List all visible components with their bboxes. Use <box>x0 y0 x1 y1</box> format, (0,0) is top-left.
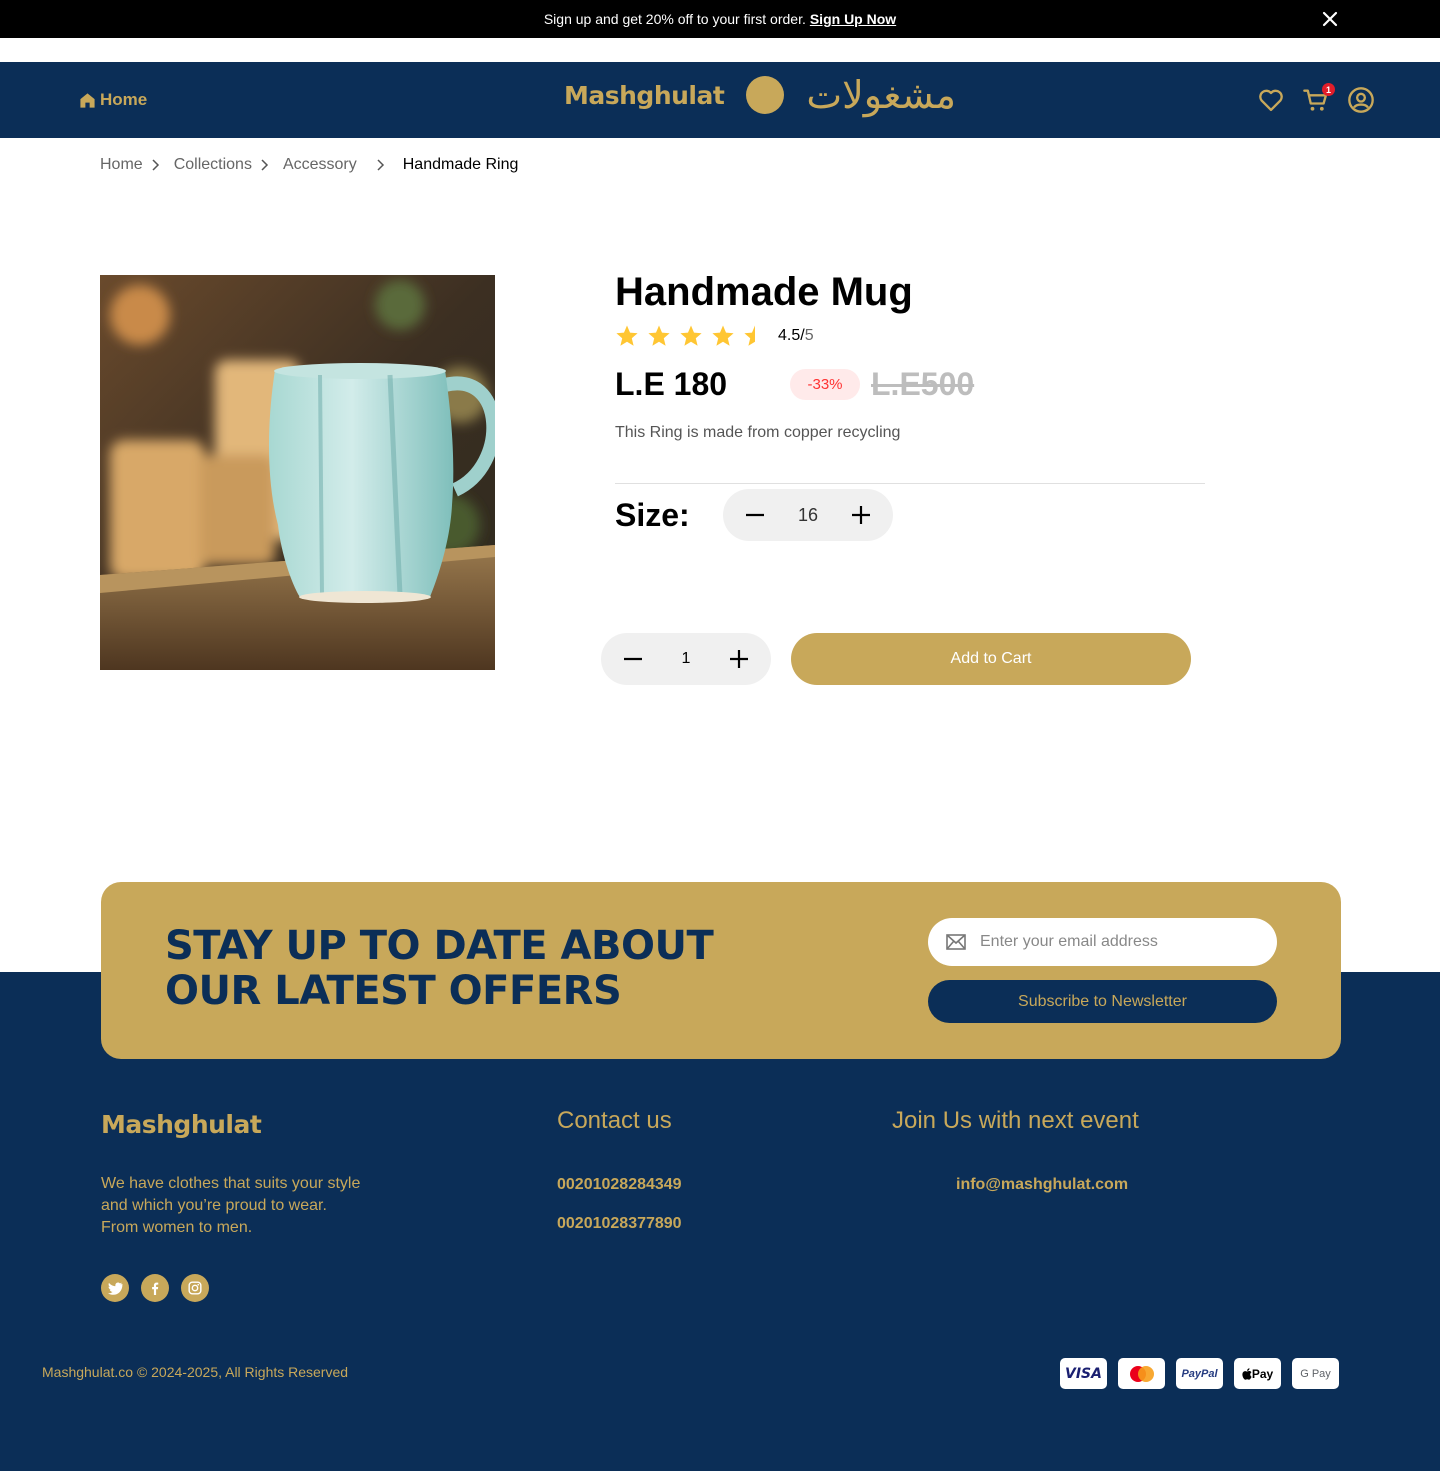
copyright-text: Mashghulat.co © 2024-2025, All Rights Re… <box>42 1364 349 1380</box>
quantity-increase-button[interactable] <box>727 647 751 671</box>
mastercard-icon <box>1129 1365 1154 1382</box>
cart-button[interactable]: 1 <box>1302 83 1335 114</box>
breadcrumb-home[interactable]: Home <box>100 156 143 174</box>
close-icon[interactable] <box>1320 9 1340 29</box>
brand-logo[interactable]: Mashghulat مشغولات <box>564 76 956 114</box>
home-icon <box>80 92 95 108</box>
product-rating: 4.5/5 <box>615 324 814 348</box>
wishlist-button[interactable] <box>1257 86 1285 114</box>
promo-bar: Sign up and get 20% off to your first or… <box>0 0 1440 38</box>
mastercard-badge <box>1118 1358 1165 1389</box>
star-icon <box>648 325 670 346</box>
instagram-icon <box>188 1281 202 1295</box>
newsletter-title-line1: STAY UP TO DATE ABOUT <box>165 923 714 969</box>
breadcrumb-collections[interactable]: Collections <box>174 156 252 174</box>
product-image <box>100 275 495 670</box>
product-title: Handmade Mug <box>615 270 913 314</box>
twitter-link[interactable] <box>101 1274 129 1302</box>
chevron-right-icon <box>152 159 159 171</box>
size-label: Size: <box>615 497 690 533</box>
size-increase-button[interactable] <box>849 503 873 527</box>
plus-icon <box>852 506 870 524</box>
star-half-icon <box>744 325 755 346</box>
plus-icon <box>730 650 748 668</box>
newsletter-title: STAY UP TO DATE ABOUT OUR LATEST OFFERS <box>165 924 765 1014</box>
email-link[interactable]: info@mashghulat.com <box>956 1176 1128 1194</box>
header-actions: 1 <box>1257 83 1375 114</box>
instagram-link[interactable] <box>181 1274 209 1302</box>
event-heading: Join Us with next event <box>892 1107 1139 1134</box>
apple-pay-badge: Pay <box>1234 1358 1281 1389</box>
email-field-wrapper <box>928 918 1277 966</box>
apple-icon <box>1242 1367 1252 1380</box>
payment-methods: VISA PayPal Pay G Pay <box>1060 1358 1339 1389</box>
home-label: Home <box>100 90 148 109</box>
rating-text: 4.5/5 <box>778 327 814 345</box>
home-nav-link[interactable]: Home <box>79 90 147 110</box>
footer-logo[interactable]: Mashghulat <box>101 1110 262 1139</box>
breadcrumb-accessory[interactable]: Accessory <box>283 156 357 174</box>
size-decrease-button[interactable] <box>743 503 767 527</box>
star-icon <box>616 325 638 346</box>
newsletter-title-line2: OUR LATEST OFFERS <box>165 968 622 1014</box>
discount-badge: -33% <box>790 369 860 400</box>
logo-dot <box>746 76 785 114</box>
twitter-icon <box>107 1282 122 1295</box>
site-header: Home Mashghulat مشغولات 1 <box>0 62 1440 138</box>
apple-pay-label: Pay <box>1251 1366 1274 1381</box>
user-circle-icon <box>1348 87 1374 113</box>
cart-count-badge: 1 <box>1322 83 1335 96</box>
sign-up-link[interactable]: Sign Up Now <box>810 11 896 27</box>
paypal-badge: PayPal <box>1176 1358 1223 1389</box>
promo-text: Sign up and get 20% off to your first or… <box>543 11 806 27</box>
logo-arabic-text: مشغولات <box>806 73 956 117</box>
phone-link-2[interactable]: 00201028377890 <box>557 1215 682 1233</box>
size-value: 16 <box>797 504 819 525</box>
minus-icon <box>746 513 764 517</box>
facebook-link[interactable] <box>141 1274 169 1302</box>
chevron-right-icon <box>261 159 269 171</box>
quantity-value: 1 <box>681 650 691 667</box>
quantity-decrease-button[interactable] <box>621 647 645 671</box>
email-input[interactable] <box>980 933 1260 951</box>
phone-link-1[interactable]: 00201028284349 <box>557 1176 682 1194</box>
star-icon <box>680 325 702 346</box>
original-price: L.E500 <box>871 366 975 402</box>
product-price: L.E 180 <box>615 366 728 402</box>
footer-about-text: We have clothes that suits your style an… <box>101 1175 361 1236</box>
star-icon <box>712 325 734 346</box>
account-button[interactable] <box>1347 86 1375 114</box>
size-stepper: 16 <box>723 489 893 541</box>
newsletter-box: STAY UP TO DATE ABOUT OUR LATEST OFFERS … <box>101 882 1341 1059</box>
contact-heading: Contact us <box>557 1107 672 1134</box>
chevron-right-icon <box>377 159 384 171</box>
breadcrumb-current: Handmade Ring <box>402 156 519 173</box>
quantity-stepper: 1 <box>601 633 771 685</box>
product-description: This Ring is made from copper recycling <box>615 424 901 441</box>
facebook-icon <box>152 1282 159 1295</box>
add-to-cart-button[interactable]: Add to Cart <box>791 633 1191 685</box>
subscribe-button[interactable]: Subscribe to Newsletter <box>928 980 1277 1023</box>
mail-icon <box>946 934 966 950</box>
minus-icon <box>624 657 642 661</box>
heart-icon <box>1259 89 1283 112</box>
logo-latin-text: Mashghulat <box>564 80 725 110</box>
google-pay-badge: G Pay <box>1292 1358 1339 1389</box>
divider <box>615 483 1205 484</box>
visa-badge: VISA <box>1060 1358 1107 1389</box>
rating-max: 5 <box>804 327 814 344</box>
breadcrumb: Home Collections Accessory Handmade Ring <box>100 156 518 174</box>
social-links <box>101 1274 209 1302</box>
rating-value: 4.5/ <box>778 327 805 344</box>
